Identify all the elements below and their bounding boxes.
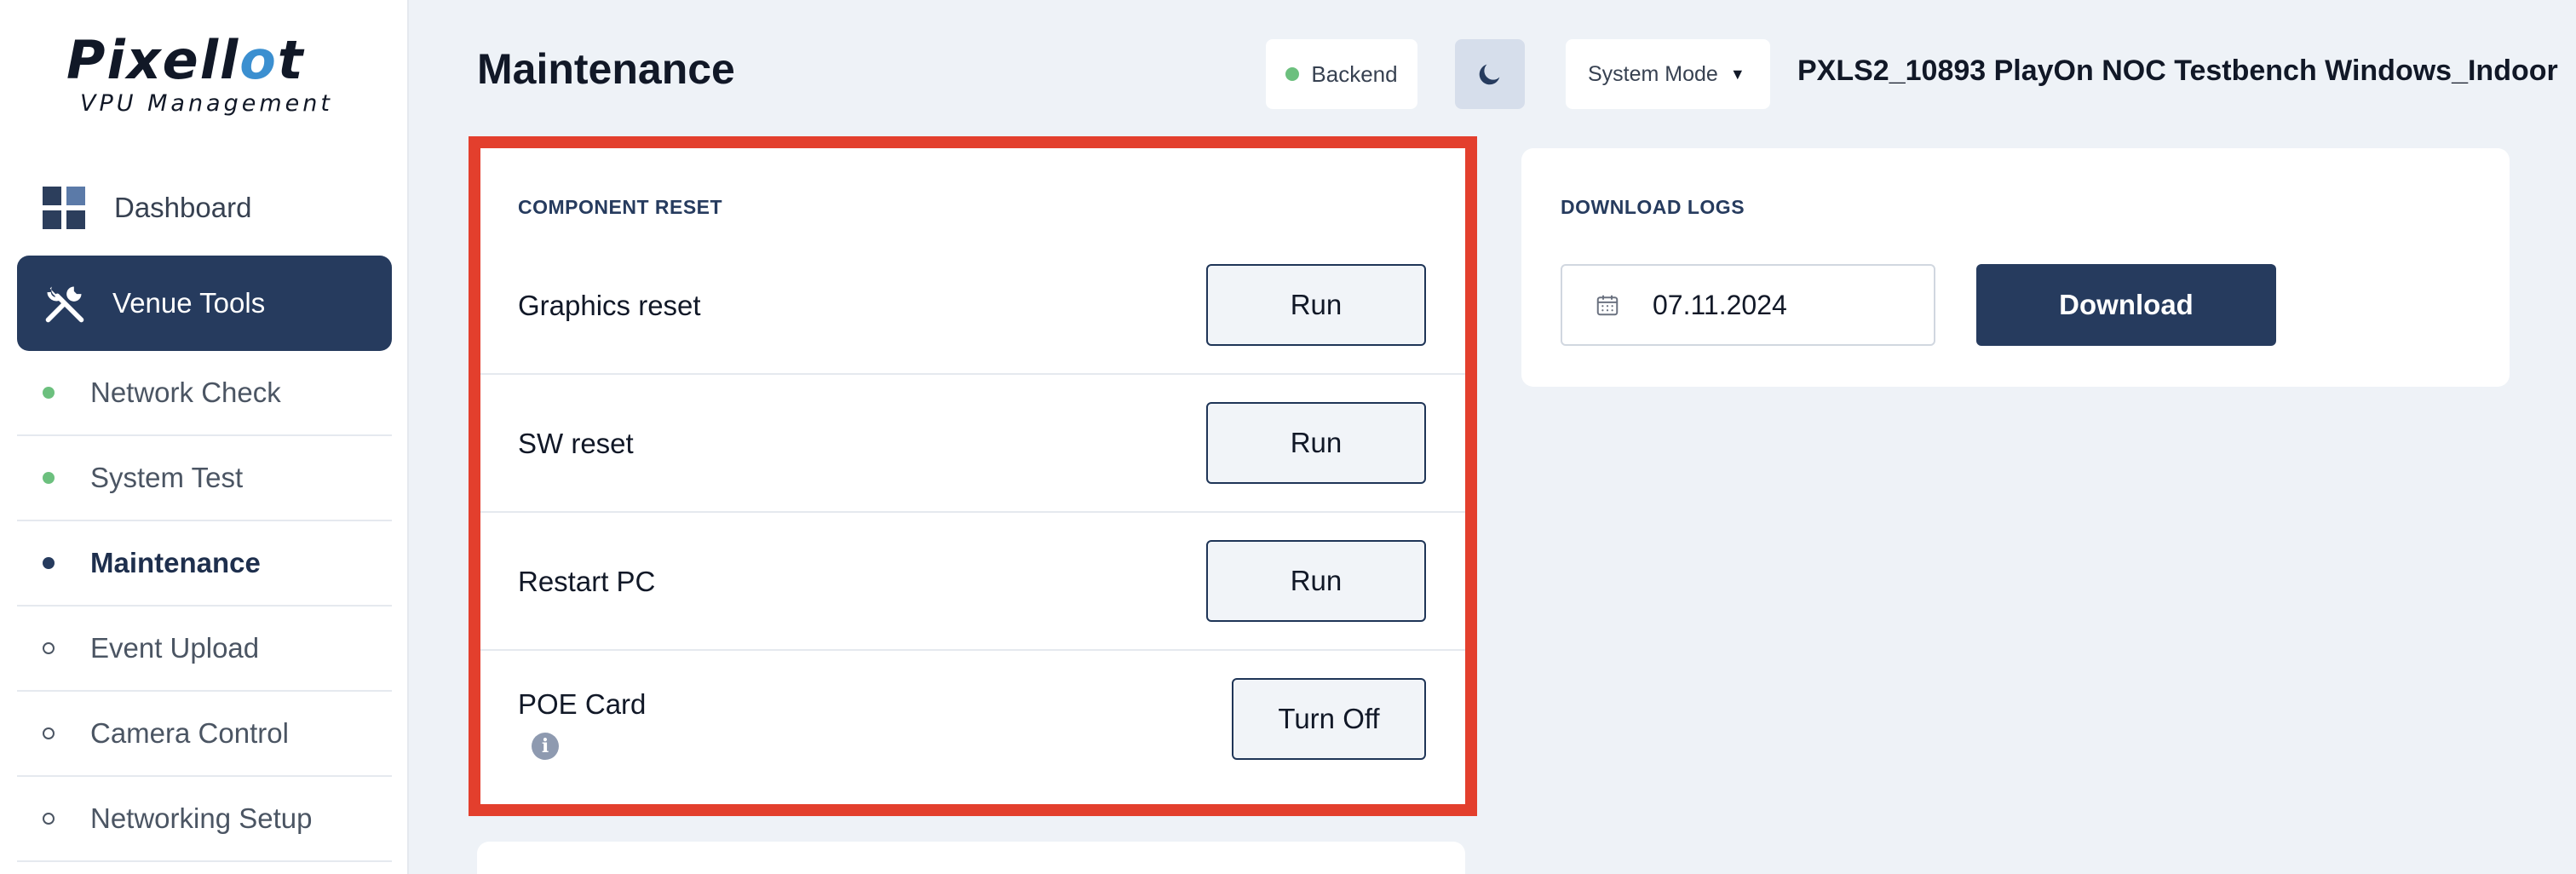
sidebar-item-label: Dashboard bbox=[114, 192, 252, 223]
venue-tools-submenu: Network Check System Test Maintenance Ev… bbox=[17, 351, 392, 862]
status-dot bbox=[43, 472, 55, 484]
logo-wordmark: Pixellot bbox=[66, 29, 305, 91]
reset-row-sw: SW reset Run bbox=[480, 375, 1465, 513]
sidebar-item-label: Venue Tools bbox=[112, 287, 266, 319]
reset-row-poe-card: POE Card i Turn Off bbox=[480, 651, 1465, 789]
sidebar-item-label: System Test bbox=[90, 462, 244, 493]
page-title: Maintenance bbox=[477, 45, 735, 93]
reset-row-restart-pc: Restart PC Run bbox=[480, 513, 1465, 651]
row-label: SW reset bbox=[518, 428, 634, 459]
section-title: COMPONENT RESET bbox=[518, 196, 723, 218]
sidebar-item-networking-setup[interactable]: Networking Setup bbox=[17, 777, 392, 862]
reset-row-graphics: Graphics reset Run bbox=[480, 237, 1465, 375]
theme-toggle-button[interactable] bbox=[1455, 39, 1525, 109]
dashboard-icon bbox=[43, 187, 85, 229]
download-logs-card: DOWNLOAD LOGS 07.11.2024 Download bbox=[1521, 148, 2510, 387]
component-reset-card: COMPONENT RESET Graphics reset Run SW re… bbox=[480, 148, 1465, 804]
row-label: Restart PC bbox=[518, 566, 656, 597]
sidebar-item-venue-tools[interactable]: Venue Tools bbox=[17, 256, 392, 351]
section-title: DOWNLOAD LOGS bbox=[1561, 196, 1745, 218]
logo-subtitle: VPU Management bbox=[80, 90, 333, 117]
sw-reset-run-button[interactable]: Run bbox=[1206, 402, 1426, 484]
sidebar: Pixellot VPU Management Dashboard Venue … bbox=[0, 0, 409, 874]
date-picker-input[interactable]: 07.11.2024 bbox=[1561, 264, 1935, 346]
calendar-icon bbox=[1596, 295, 1619, 316]
device-name: PXLS2_10893 PlayOn NOC Testbench Windows… bbox=[1797, 55, 2558, 87]
system-mode-label: System Mode bbox=[1588, 61, 1718, 86]
poe-card-turn-off-button[interactable]: Turn Off bbox=[1232, 678, 1426, 760]
moon-icon bbox=[1479, 64, 1500, 85]
backend-status-badge[interactable]: Backend bbox=[1266, 39, 1417, 109]
date-value: 07.11.2024 bbox=[1653, 289, 1787, 320]
system-mode-select[interactable]: System Mode ▼ bbox=[1566, 39, 1770, 109]
status-dot bbox=[43, 387, 55, 399]
restart-pc-run-button[interactable]: Run bbox=[1206, 540, 1426, 622]
tools-icon bbox=[45, 286, 84, 323]
caret-down-icon: ▼ bbox=[1729, 65, 1745, 83]
sidebar-item-label: Networking Setup bbox=[90, 802, 313, 834]
info-icon[interactable]: i bbox=[532, 733, 559, 760]
sidebar-item-maintenance[interactable]: Maintenance bbox=[17, 521, 392, 607]
next-card bbox=[477, 842, 1465, 874]
row-label: POE Card bbox=[518, 688, 647, 720]
sidebar-item-label: Maintenance bbox=[90, 547, 261, 578]
sidebar-item-label: Camera Control bbox=[90, 717, 289, 749]
row-label: Graphics reset bbox=[518, 290, 701, 321]
pixellot-logo[interactable]: Pixellot VPU Management bbox=[66, 31, 348, 124]
status-dot bbox=[43, 557, 55, 569]
sidebar-item-system-test[interactable]: System Test bbox=[17, 436, 392, 521]
sidebar-item-network-check[interactable]: Network Check bbox=[17, 351, 392, 436]
sidebar-item-camera-control[interactable]: Camera Control bbox=[17, 692, 392, 777]
download-button[interactable]: Download bbox=[1976, 264, 2276, 346]
graphics-reset-run-button[interactable]: Run bbox=[1206, 264, 1426, 346]
status-dot bbox=[43, 727, 55, 739]
sidebar-item-dashboard[interactable]: Dashboard bbox=[17, 175, 392, 240]
sidebar-item-event-upload[interactable]: Event Upload bbox=[17, 607, 392, 692]
backend-label: Backend bbox=[1311, 60, 1398, 87]
status-dot bbox=[1285, 67, 1300, 81]
status-dot bbox=[43, 813, 55, 825]
status-dot bbox=[43, 642, 55, 654]
sidebar-item-label: Network Check bbox=[90, 377, 281, 408]
sidebar-item-label: Event Upload bbox=[90, 632, 260, 664]
